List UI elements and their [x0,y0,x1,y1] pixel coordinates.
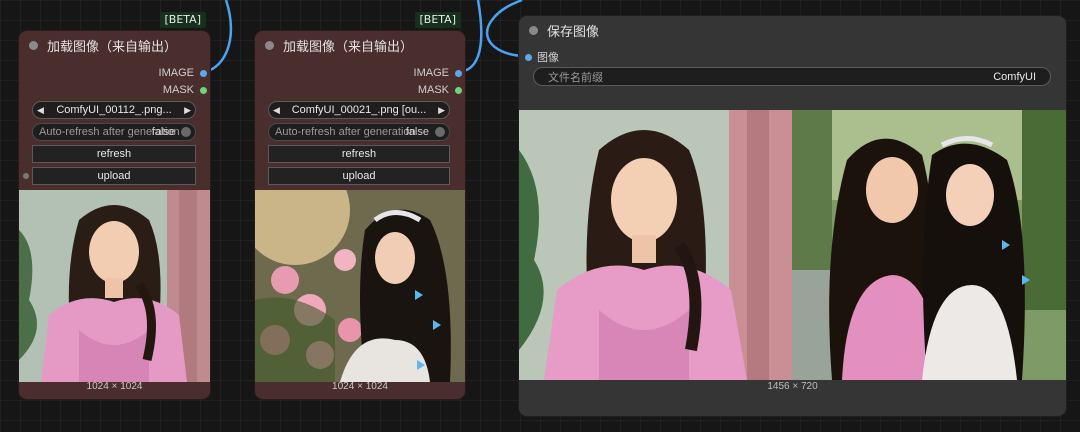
combo-left-arrow-icon[interactable]: ◀ [37,105,44,116]
upload-button[interactable]: upload [268,167,450,185]
input-image-label: 图像 [537,52,559,64]
upload-input-dot-icon[interactable] [23,173,29,179]
portrait-right [792,110,1066,380]
output-mask-label: MASK [162,84,194,96]
node-collapse-dot-icon[interactable] [265,40,274,50]
output-image[interactable]: IMAGE [414,65,462,81]
node-collapse-dot-icon[interactable] [529,25,538,35]
node-title[interactable]: 加载图像（来自输出） [255,31,465,59]
filename-prefix-label: 文件名前缀 [548,71,603,84]
node-title-text: 加载图像（来自输出） [47,39,178,55]
toggle-knob-icon[interactable] [181,127,191,137]
beta-badge: [BETA] [159,12,206,28]
image-dimensions: 1024 × 1024 [332,381,388,392]
image-slot-dot-icon[interactable] [455,69,462,77]
saved-image-right [792,110,1066,380]
node-collapse-dot-icon[interactable] [29,40,38,50]
output-mask[interactable]: MASK [163,82,207,98]
output-mask-label: MASK [417,84,449,96]
image-slot-dot-icon[interactable] [200,69,207,77]
portrait-image-1 [19,190,210,382]
toggle-value: false [151,126,175,138]
node-graph-canvas[interactable]: [BETA] 加载图像（来自输出） IMAGE MASK ◀ ComfyUI_0… [0,0,1080,432]
image-combo[interactable]: ◀ ComfyUI_00021_.png [ou... ▶ [268,101,450,119]
upload-button[interactable]: upload [23,167,196,185]
image-combo[interactable]: ◀ ComfyUI_00112_.png... ▶ [32,101,196,119]
beta-badge: [BETA] [414,12,461,28]
portrait-image-2 [255,190,465,382]
combo-left-arrow-icon[interactable]: ◀ [273,105,280,116]
auto-refresh-toggle[interactable]: Auto-refresh after generation false [32,123,196,141]
filename-prefix-field[interactable]: 文件名前缀 ComfyUI [533,67,1051,86]
saved-image-preview [519,110,1066,380]
image-input-slot-dot-icon[interactable] [525,53,532,61]
output-mask[interactable]: MASK [418,82,462,98]
output-image-label: IMAGE [413,67,449,79]
portrait-left [519,110,792,380]
output-image-label: IMAGE [158,67,194,79]
output-image[interactable]: IMAGE [159,65,207,81]
node-title[interactable]: 加载图像（来自输出） [19,31,210,59]
filename-prefix-value: ComfyUI [993,70,1036,83]
image-dimensions: 1024 × 1024 [86,381,143,392]
image-preview [255,190,465,382]
combo-right-arrow-icon[interactable]: ▶ [184,105,191,116]
node-title-text: 加载图像（来自输出） [283,39,414,55]
combo-right-arrow-icon[interactable]: ▶ [438,105,445,116]
refresh-button[interactable]: refresh [32,145,196,163]
toggle-label: Auto-refresh after generation [275,126,416,138]
load-image-node-2[interactable]: [BETA] 加载图像（来自输出） IMAGE MASK ◀ ComfyUI_0… [255,12,465,399]
toggle-knob-icon[interactable] [435,127,445,137]
auto-refresh-toggle[interactable]: Auto-refresh after generation false [268,123,450,141]
save-image-node[interactable]: 保存图像 图像 文件名前缀 ComfyUI 1456 × 720 [519,16,1066,416]
combo-value: ComfyUI_00021_.png [ou... [291,104,427,116]
mask-slot-dot-icon[interactable] [200,86,207,94]
saved-image-left [519,110,792,380]
load-image-node-1[interactable]: [BETA] 加载图像（来自输出） IMAGE MASK ◀ ComfyUI_0… [19,12,210,399]
node-title-text: 保存图像 [547,24,600,40]
saved-image-dimensions: 1456 × 720 [767,381,818,392]
mask-slot-dot-icon[interactable] [455,86,462,94]
node-title[interactable]: 保存图像 [519,16,1066,44]
combo-value: ComfyUI_00112_.png... [56,104,172,116]
upload-button-label: upload [97,170,131,182]
toggle-value: false [405,126,429,138]
image-preview [19,190,210,382]
input-image[interactable]: 图像 [525,50,559,64]
refresh-button[interactable]: refresh [268,145,450,163]
